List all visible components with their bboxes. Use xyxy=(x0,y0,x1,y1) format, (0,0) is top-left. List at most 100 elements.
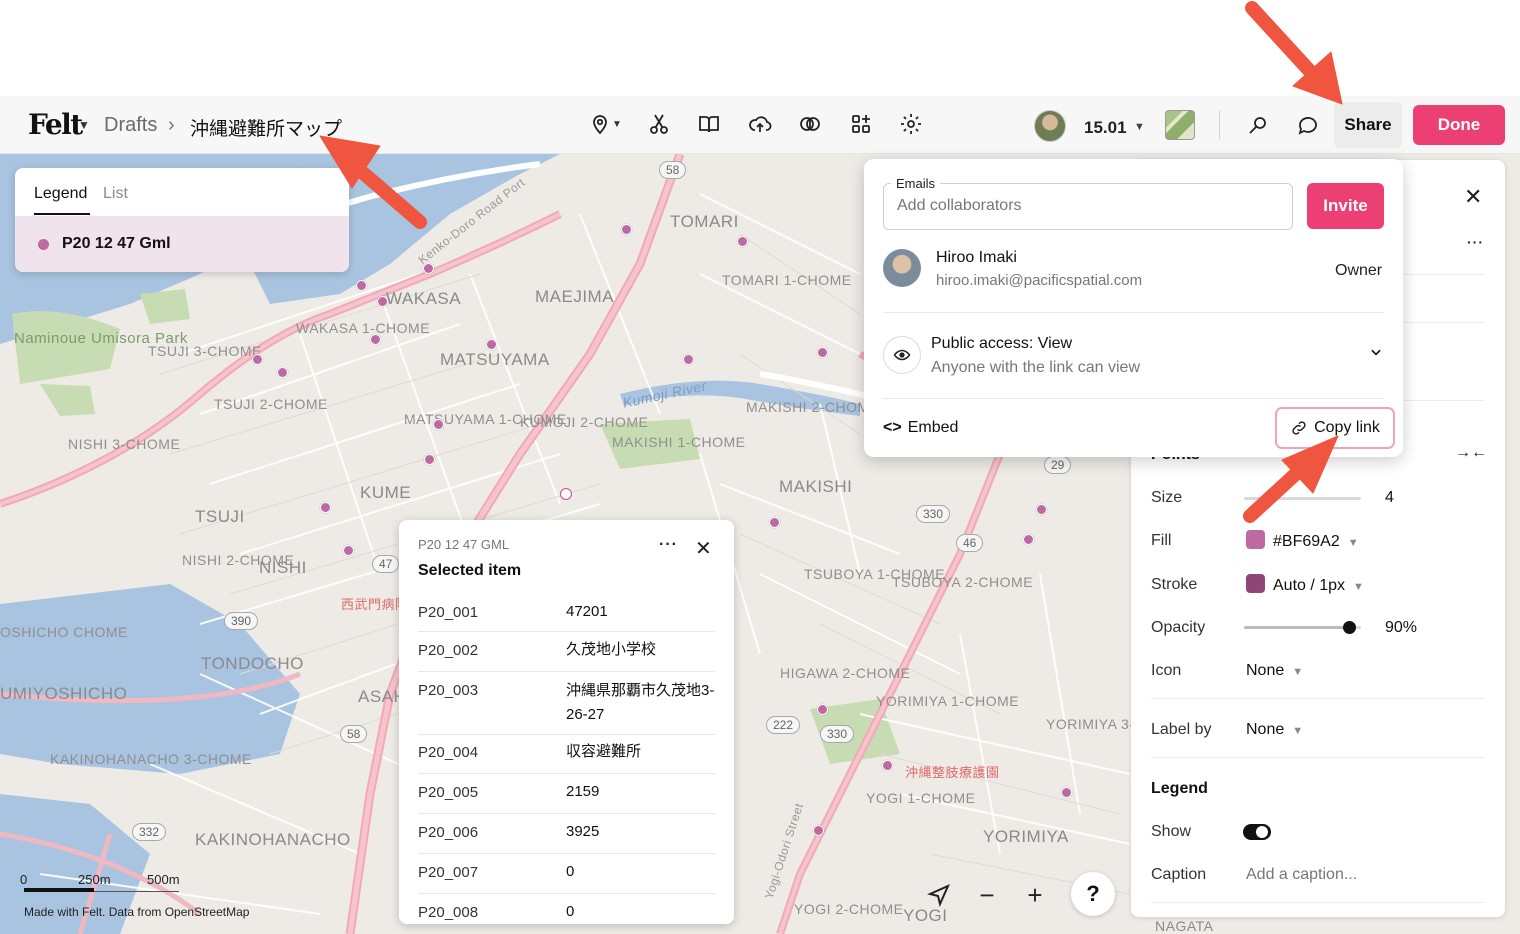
shelter-point[interactable] xyxy=(370,334,381,345)
fill-value: #BF69A2 xyxy=(1273,533,1340,550)
panel-divider xyxy=(1151,698,1485,699)
felt-logo[interactable]: Felt xyxy=(28,108,83,141)
copy-link-button[interactable]: Copy link xyxy=(1275,407,1395,449)
shelter-point[interactable] xyxy=(252,354,263,365)
user-avatar[interactable] xyxy=(1034,110,1066,142)
legend-layer-name[interactable]: P20 12 47 Gml xyxy=(62,235,171,253)
stroke-picker[interactable]: Auto / 1px ▼ xyxy=(1246,574,1364,595)
collapse-icon[interactable]: →← xyxy=(1455,444,1487,462)
scissors-icon[interactable] xyxy=(644,109,674,139)
comment-icon[interactable] xyxy=(1293,110,1323,140)
emails-label: Emails xyxy=(891,176,941,191)
attribute-key: P20_005 xyxy=(418,784,479,801)
shelter-point[interactable] xyxy=(320,502,331,513)
scale-bar xyxy=(24,888,94,892)
attribute-row: P20_006 3925 xyxy=(418,816,715,854)
icon-select[interactable]: None ▼ xyxy=(1246,662,1303,680)
share-button[interactable]: Share xyxy=(1334,102,1402,148)
zoom-in-button[interactable]: + xyxy=(1020,880,1050,910)
help-button[interactable]: ? xyxy=(1071,872,1115,916)
subdistrict-label: TOMARI 1-CHOME xyxy=(722,272,852,288)
upload-cloud-icon[interactable] xyxy=(745,109,775,139)
breadcrumb-drafts[interactable]: Drafts xyxy=(104,114,157,137)
opacity-slider-handle[interactable] xyxy=(1343,621,1357,634)
attribute-key: P20_008 xyxy=(418,904,479,921)
labelby-select[interactable]: None ▼ xyxy=(1246,721,1303,739)
more-options-icon[interactable]: ··· xyxy=(659,536,678,554)
legend-show-toggle[interactable] xyxy=(1243,824,1271,840)
district-label: MATSUYAMA xyxy=(440,350,550,369)
copy-link-label: Copy link xyxy=(1314,419,1380,436)
basemap-thumbnail[interactable] xyxy=(1165,110,1195,140)
route-shield: 47 xyxy=(372,555,400,573)
shelter-point[interactable] xyxy=(1023,534,1034,545)
shelter-point[interactable] xyxy=(1061,787,1072,798)
chevron-down-icon[interactable] xyxy=(1369,345,1383,364)
elements-icon[interactable] xyxy=(846,109,876,139)
chevron-down-icon[interactable]: ▼ xyxy=(1134,121,1145,133)
search-icon[interactable] xyxy=(1243,110,1273,140)
district-label: UMIYOSHICHO xyxy=(0,684,128,703)
emails-input[interactable] xyxy=(897,197,1277,215)
link-icon xyxy=(1292,421,1306,435)
toggle-layers-icon[interactable] xyxy=(795,109,825,139)
public-access-title[interactable]: Public access: View xyxy=(931,335,1072,353)
caption-input[interactable]: Add a caption... xyxy=(1246,866,1357,884)
zoom-out-button[interactable]: − xyxy=(972,880,1002,910)
popover-divider xyxy=(883,312,1384,313)
tab-legend[interactable]: Legend xyxy=(34,185,87,203)
shelter-point[interactable] xyxy=(769,517,780,528)
emails-field[interactable] xyxy=(883,183,1293,230)
attribute-row: P20_001 47201 xyxy=(418,596,715,632)
more-options-icon[interactable]: ··· xyxy=(1467,234,1484,250)
route-shield: 330 xyxy=(820,725,855,743)
shelter-point[interactable] xyxy=(817,704,828,715)
legend-heading: Legend xyxy=(1151,780,1208,797)
attribute-key: P20_001 xyxy=(418,604,479,621)
shelter-point[interactable] xyxy=(882,760,893,771)
map-title[interactable]: 沖縄避難所マップ xyxy=(190,114,342,141)
locate-icon[interactable] xyxy=(924,880,954,910)
tab-list[interactable]: List xyxy=(103,185,128,203)
opacity-slider-fill xyxy=(1244,626,1350,629)
gear-icon[interactable] xyxy=(896,109,926,139)
shelter-point[interactable] xyxy=(683,354,694,365)
embed-button[interactable]: <> Embed xyxy=(883,419,958,437)
fill-picker[interactable]: #BF69A2 ▼ xyxy=(1246,530,1359,551)
close-icon[interactable]: ✕ xyxy=(1464,184,1482,210)
shelter-point[interactable] xyxy=(356,280,367,291)
shelter-point[interactable] xyxy=(486,339,497,350)
invite-button[interactable]: Invite xyxy=(1307,183,1384,229)
chevron-down-icon[interactable]: ▼ xyxy=(78,118,90,132)
close-icon[interactable]: ✕ xyxy=(695,536,712,561)
shelter-point[interactable] xyxy=(621,224,632,235)
scale-label: 500m xyxy=(147,872,180,887)
shelter-point[interactable] xyxy=(1036,504,1047,515)
district-label: TOMARI xyxy=(670,212,739,231)
shelter-point[interactable] xyxy=(424,454,435,465)
chevron-down-icon: ▼ xyxy=(1292,666,1304,678)
selected-point[interactable] xyxy=(560,488,572,500)
shelter-point[interactable] xyxy=(343,545,354,556)
done-button[interactable]: Done xyxy=(1413,105,1505,145)
shelter-point[interactable] xyxy=(433,419,444,430)
eye-icon xyxy=(883,336,921,374)
map-attribution[interactable]: Made with Felt. Data from OpenStreetMap xyxy=(24,905,249,919)
attribute-row: P20_005 2159 xyxy=(418,776,715,814)
size-slider[interactable] xyxy=(1244,497,1361,500)
subdistrict-label: MAKISHI 2-CHOME xyxy=(746,399,880,415)
attribute-row: P20_008 0 xyxy=(418,896,715,924)
shelter-point[interactable] xyxy=(737,236,748,247)
shelter-point[interactable] xyxy=(813,825,824,836)
district-label: TSUJI xyxy=(195,507,245,526)
shelter-point[interactable] xyxy=(377,296,388,307)
chevron-down-icon[interactable]: ▼ xyxy=(610,109,624,139)
shelter-point[interactable] xyxy=(817,347,828,358)
shelter-point[interactable] xyxy=(423,263,434,274)
book-icon[interactable] xyxy=(694,109,724,139)
subdistrict-label: YORIMIYA 1-CHOME xyxy=(876,693,1020,709)
attribute-row: P20_004 収容避難所 xyxy=(418,736,715,774)
zoom-level[interactable]: 15.01 xyxy=(1084,118,1127,138)
opacity-value: 90% xyxy=(1385,619,1418,636)
shelter-point[interactable] xyxy=(277,367,288,378)
